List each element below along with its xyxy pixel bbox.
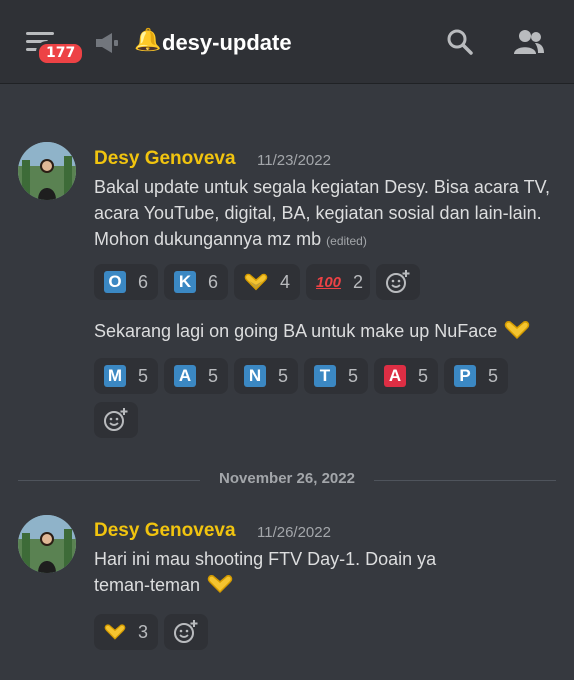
message-text: Hari ini mau shooting FTV Day-1. Doain y… — [94, 546, 554, 598]
message-timestamp: 11/23/2022 — [257, 152, 331, 169]
letter-k-emoji: K — [174, 271, 196, 293]
bell-emoji: 🔔 — [134, 28, 162, 53]
add-reaction-button[interactable] — [94, 402, 138, 438]
letter-t-emoji: T — [314, 365, 336, 387]
add-reaction-icon — [104, 408, 128, 431]
search-icon[interactable] — [446, 28, 474, 56]
message-body-line-2-text: teman-teman — [94, 575, 201, 595]
letter-a-red-emoji: A — [384, 365, 406, 387]
channel-header: 177 🔔 desy-update — [0, 0, 574, 84]
add-reaction-button[interactable] — [376, 264, 420, 300]
reaction-count: 6 — [137, 271, 148, 292]
heart-hands-emoji — [505, 321, 530, 340]
avatar[interactable] — [18, 142, 76, 200]
reaction-m[interactable]: M 5 — [94, 358, 158, 394]
menu-button[interactable]: 177 — [26, 28, 86, 66]
reaction-count: 2 — [353, 271, 364, 292]
message-timestamp: 11/26/2022 — [257, 524, 331, 541]
message-text: Sekarang lagi on going BA untuk make up … — [94, 318, 554, 344]
letter-m-emoji: M — [104, 365, 126, 387]
message-author[interactable]: Desy Genoveva — [94, 520, 236, 542]
heart-hands-emoji — [104, 624, 126, 640]
message-body: Sekarang lagi on going BA untuk make up … — [94, 321, 498, 341]
reaction-n[interactable]: N 5 — [234, 358, 298, 394]
date-divider-label: November 26, 2022 — [200, 470, 374, 487]
reaction-count: 5 — [137, 365, 148, 386]
add-reaction-button[interactable] — [164, 614, 208, 650]
unread-badge: 177 — [36, 41, 86, 66]
reaction-p[interactable]: P 5 — [444, 358, 508, 394]
reaction-count: 5 — [207, 365, 218, 386]
reaction-o[interactable]: O 6 — [94, 264, 158, 300]
reaction-count: 4 — [279, 271, 290, 292]
hundred-emoji: 100 — [316, 273, 342, 291]
megaphone-icon — [96, 33, 118, 53]
letter-a-emoji: A — [174, 365, 196, 387]
message-body-line-1: Hari ini mau shooting FTV Day-1. Doain y… — [94, 549, 437, 569]
reaction-a[interactable]: A 5 — [164, 358, 228, 394]
reaction-count: 5 — [417, 365, 428, 386]
letter-o-emoji: O — [104, 271, 126, 293]
heart-hands-emoji — [207, 575, 233, 594]
reaction-count: 5 — [487, 365, 498, 386]
channel-title: desy-update — [162, 30, 292, 55]
reaction-t[interactable]: T 5 — [304, 358, 368, 394]
message-body: Bakal update untuk segala kegiatan Desy.… — [94, 177, 550, 249]
reaction-count: 5 — [277, 365, 288, 386]
reaction-a-red[interactable]: A 5 — [374, 358, 438, 394]
message-text: Bakal update untuk segala kegiatan Desy.… — [94, 174, 554, 254]
reaction-heart-hands[interactable]: 4 — [234, 264, 300, 300]
message-author[interactable]: Desy Genoveva — [94, 148, 236, 170]
letter-n-emoji: N — [244, 365, 266, 387]
reaction-100[interactable]: 100 2 — [306, 264, 370, 300]
reaction-count: 6 — [207, 271, 218, 292]
add-reaction-icon — [386, 270, 410, 293]
reaction-heart-hands[interactable]: 3 — [94, 614, 158, 650]
reaction-count: 5 — [347, 365, 358, 386]
members-icon[interactable] — [513, 28, 545, 56]
avatar[interactable] — [18, 515, 76, 573]
heart-hands-emoji — [244, 273, 268, 291]
reaction-k[interactable]: K 6 — [164, 264, 228, 300]
letter-p-emoji: P — [454, 365, 476, 387]
add-reaction-icon — [174, 620, 198, 643]
message-body-line-2: teman-teman — [94, 572, 554, 598]
reaction-count: 3 — [137, 621, 148, 642]
edited-label: (edited) — [326, 234, 367, 248]
